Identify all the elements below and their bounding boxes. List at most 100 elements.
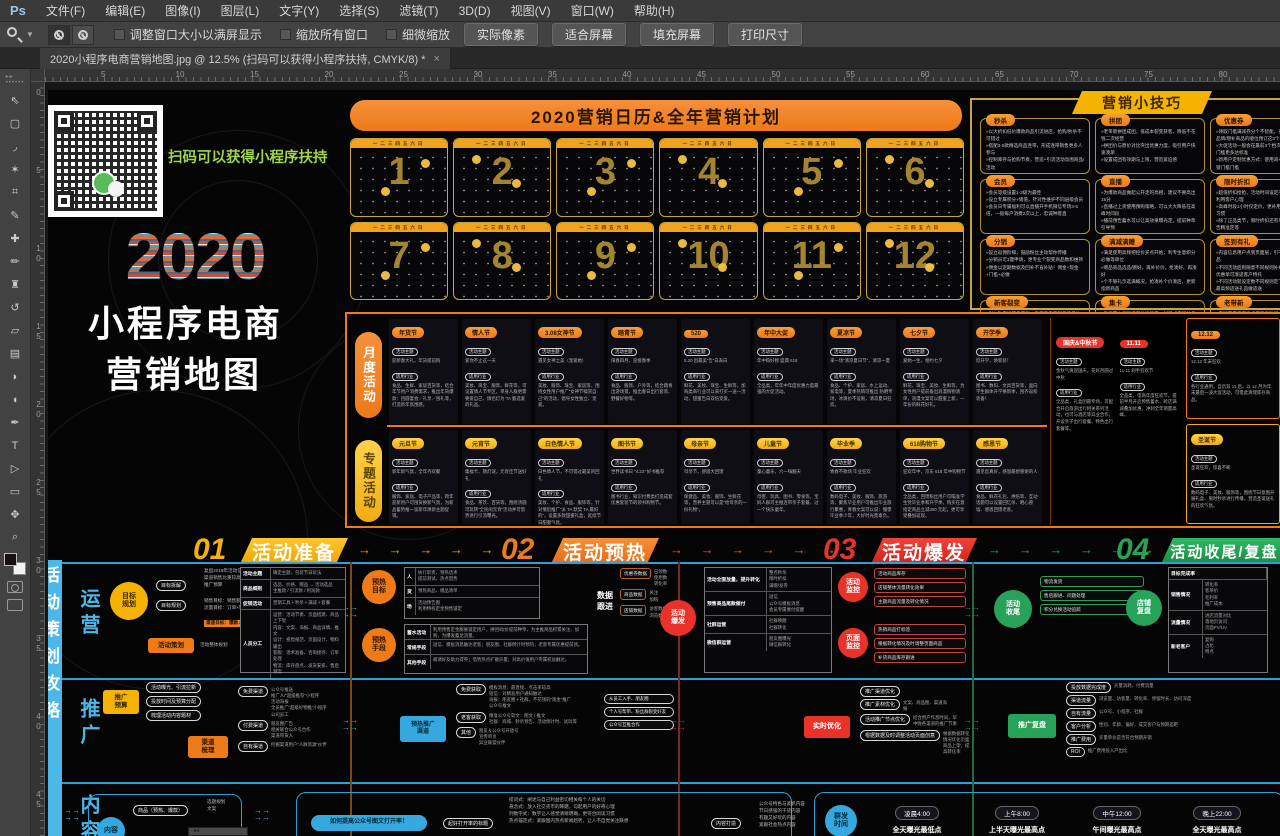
zoom-tool-icon[interactable] xyxy=(6,26,24,44)
activity-industry: 鲜花、美妆、珠宝、生鲜等，加购类商行业可以来打买一送一活动，甜蜜告白双倍宠爱。 xyxy=(684,383,747,403)
quick-mask-button[interactable] xyxy=(7,581,23,593)
activity-name: 618购物节 xyxy=(903,438,945,449)
broadcast-time-cell: 凌晨4:00 全天曝光最低点 xyxy=(867,803,967,835)
checkbox-icon[interactable] xyxy=(114,29,125,40)
chevron-down-icon[interactable]: ▼ xyxy=(26,30,34,39)
theme-chip: 活动主题 xyxy=(684,348,710,356)
menu-bar: Ps 文件(F)编辑(E)图像(I)图层(L)文字(Y)选择(S)滤镜(T)3D… xyxy=(0,0,1280,22)
promo-review-item: 自有流量公众号、小程序、社群 xyxy=(1066,708,1276,719)
window-status-fragment[interactable]: ◂◂ xyxy=(188,827,248,836)
tool-button[interactable]: ✥ xyxy=(2,503,28,526)
activity-name: 年中大促 xyxy=(757,327,795,338)
review-table-row: 流量情况进店流量对比 落地页访问 页面PV/UV xyxy=(1169,611,1267,635)
zoom-out-button[interactable]: − xyxy=(72,25,94,45)
burst-node: 活动 爆发 xyxy=(660,600,696,636)
activity-theme: 集福卡、猜灯谜，元宵佳节送好礼 xyxy=(465,469,528,482)
menu-item[interactable]: 滤镜(T) xyxy=(389,0,448,22)
calendar-highlight-dot xyxy=(834,159,843,168)
screen-mode-button[interactable] xyxy=(7,599,23,611)
tool-button[interactable]: ✶ xyxy=(2,158,28,181)
activity-name: 情人节 xyxy=(465,327,497,338)
tool-button[interactable]: ⇖ xyxy=(2,89,28,112)
promo-review-item: 推广费用买量单价是否符合预期开销 xyxy=(1066,734,1276,745)
zoom-in-button[interactable]: + xyxy=(48,25,70,45)
tip-label: 分销 xyxy=(986,235,1015,247)
document-tab[interactable]: 2020小程序电商营销地图.jpg @ 12.5% (扫码可以获得小程序扶持, … xyxy=(40,48,451,69)
menu-item[interactable]: 文件(F) xyxy=(36,0,95,22)
special-activity-card: 元旦节 活动主题 新年新气氛，全年齐欢聚 适用行业 服饰、家居、电子产品等，跨年… xyxy=(389,430,458,524)
options-button[interactable]: 适合屏幕 xyxy=(552,23,626,46)
menu-item[interactable]: 编辑(E) xyxy=(95,0,155,22)
options-checkbox[interactable]: 细微缩放 xyxy=(386,26,450,43)
pvg-row: 人执行职责、预热话术 提前测试、热点借势 xyxy=(405,568,539,586)
activity-theme: 遇见女神之美（宠爱她） xyxy=(538,358,601,365)
tool-button[interactable]: T xyxy=(2,434,28,457)
tool-button[interactable]: ⌕ xyxy=(2,526,28,549)
activity-name: 图书节 xyxy=(611,438,643,449)
store-review-node: 店铺 复盘 xyxy=(1126,590,1162,626)
industry-chip: 适用行业 xyxy=(611,373,637,381)
options-button[interactable]: 实际像素 xyxy=(464,23,538,46)
options-button[interactable]: 打印尺寸 xyxy=(728,23,802,46)
tool-button[interactable]: ↺ xyxy=(2,296,28,319)
tool-button[interactable]: ✏ xyxy=(2,250,28,273)
close-icon[interactable]: × xyxy=(433,53,439,65)
checkbox-icon[interactable] xyxy=(280,29,291,40)
pvg-row: 场活动预告图 利用特权定金预售锁定 xyxy=(405,598,539,615)
menu-item[interactable]: 窗口(W) xyxy=(561,0,624,22)
activity-theme: 金秋气爽迎国庆，花好月圆过中秋 xyxy=(1056,368,1116,381)
qr-caption: 扫码可以获得小程序扶持 xyxy=(168,146,368,167)
menu-item[interactable]: 图层(L) xyxy=(211,0,270,22)
tool-button[interactable]: ✒ xyxy=(2,411,28,434)
channel-branch: 自有渠道挖掘渠道用户“人脉资源”伙伴 xyxy=(238,741,346,752)
left-title-strip: 活动策划攻略 xyxy=(48,560,62,836)
tool-button[interactable]: ♜ xyxy=(2,273,28,296)
tool-button[interactable]: ✚ xyxy=(2,227,28,250)
checkbox-icon[interactable] xyxy=(386,29,397,40)
ruler-number: 35 xyxy=(33,634,43,712)
tool-button[interactable]: ⌗ xyxy=(2,181,28,204)
tool-button[interactable]: ▭ xyxy=(2,480,28,503)
tool-button[interactable]: ◞ xyxy=(2,135,28,158)
activity-theme: 年中购好物 盛典 618 xyxy=(757,358,820,365)
special-activity-card: 图书节 活动主题 世界读书日 “4.23” 好书推荐 适用行业 图书行业、知识付… xyxy=(608,430,677,524)
theme-chip: 活动主题 xyxy=(465,348,491,356)
calendar-month-number: 11 xyxy=(764,235,860,278)
realtime-optimize-box: 实时优化 xyxy=(804,716,850,738)
preheat-sub-chip: 个人号帮带、粉丝群裂变好友 xyxy=(604,707,674,717)
calendar-highlight-dot xyxy=(472,239,481,248)
menu-item[interactable]: 图像(I) xyxy=(155,0,210,22)
calendar-weekday-header: 一二三四五六日 xyxy=(351,139,447,148)
ruler-number: 20 xyxy=(325,69,400,79)
foreground-color-swatch[interactable] xyxy=(4,553,17,566)
tool-button[interactable]: ✎ xyxy=(2,204,28,227)
color-swatches[interactable] xyxy=(4,553,26,575)
tool-button[interactable]: ▤ xyxy=(2,342,28,365)
menu-item[interactable]: 帮助(H) xyxy=(624,0,685,22)
calendar-weekday-header: 一二三四五六日 xyxy=(867,223,963,232)
budget-chip: 活动曝光、引流拉新 xyxy=(146,682,201,693)
featured-activity: 11.11 活动主题 11·11 剁手狂欢节 适用行业 全品类，电商年度狂欢节，… xyxy=(1120,332,1180,523)
menu-item[interactable]: 视图(V) xyxy=(501,0,561,22)
tools-palette: ▸▸•••••• ⇖▢◞✶⌗✎✚✏♜↺▱▤◗◖✒T▷▭✥⌕ xyxy=(0,69,31,836)
tool-button[interactable]: ▱ xyxy=(2,319,28,342)
options-checkbox[interactable]: 缩放所有窗口 xyxy=(280,26,368,43)
tool-button[interactable]: ◗ xyxy=(2,365,28,388)
activity-industry: 数码电子、美妆、服饰、旅游等，聚焦毕业用户可推出毕业旅行聚惠，青春文案可以说：憧… xyxy=(830,494,893,520)
document-canvas[interactable]: 扫码可以获得小程序扶持 2020 小程序电商 营销地图 2020营销日历&全年营… xyxy=(45,82,1280,836)
activity-theme: 12.12 年末狂欢 xyxy=(1191,359,1275,366)
options-checkbox[interactable]: 调整窗口大小以满屏显示 xyxy=(114,26,262,43)
calendar-highlight-dot xyxy=(925,263,934,272)
page-monitor-item: 补货商品库存跟进 xyxy=(874,652,966,663)
tool-button[interactable]: ▢ xyxy=(2,112,28,135)
monitor-item: 活动商品库存 xyxy=(874,568,966,579)
menu-item[interactable]: 3D(D) xyxy=(449,0,501,22)
menu-item[interactable]: 选择(S) xyxy=(329,0,389,22)
palette-grip[interactable]: ▸▸•••••• xyxy=(6,73,25,86)
menu-item[interactable]: 文字(Y) xyxy=(269,0,329,22)
tool-button[interactable]: ◖ xyxy=(2,388,28,411)
tool-button[interactable]: ▷ xyxy=(2,457,28,480)
options-button[interactable]: 填充屏幕 xyxy=(640,23,714,46)
budget-chip: 梳理活动内容题材 xyxy=(146,710,201,721)
page-monitor-item: 根据转化情况及时调整页面商品 xyxy=(874,638,966,649)
